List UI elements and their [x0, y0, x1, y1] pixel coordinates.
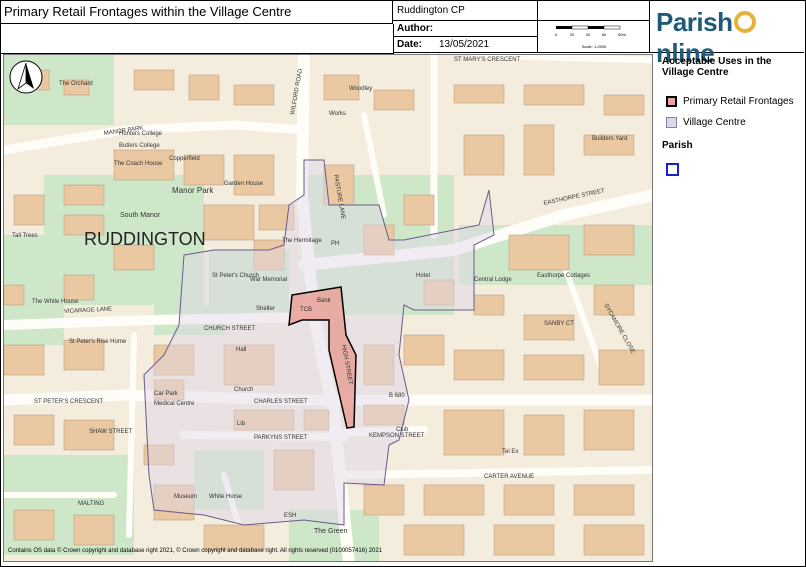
date-label: Date: [397, 39, 423, 50]
scale-bar-graphic: 0 20 40 60 80m Scale: 1:2500 [555, 25, 627, 49]
label-easthorpe-cottages: Easthorpe Cottages [537, 273, 590, 279]
label-woodley: Woodley [349, 86, 372, 92]
road-st-marys: ST MARY'S CRESCENT [454, 57, 521, 63]
road-st-peters: ST PETER'S CRESCENT [34, 399, 103, 405]
legend-swatch-village-centre [666, 117, 677, 128]
road-shaw: SHAW STREET [89, 429, 132, 435]
legend-swatch-parish [666, 163, 679, 176]
label-builders-yard: Builders Yard [592, 136, 627, 142]
date-value: 13/05/2021 [439, 39, 490, 50]
label-the-green: The Green [314, 528, 348, 535]
legend-parish-heading: Parish [662, 140, 693, 151]
road-church: CHURCH STREET [204, 326, 256, 332]
label-st-peters-rise: St Peter's Rise Home [69, 339, 127, 345]
scale-text: Scale: 1:2500 [582, 44, 607, 49]
road-kempson: KEMPSON STREET [369, 433, 425, 439]
road-vicarage: VICARAGE LANE [64, 306, 113, 315]
scale-tick-0: 0 [555, 32, 558, 37]
label-copperfield: Copperfield [169, 156, 200, 162]
scale-tick-4: 80m [618, 32, 626, 37]
label-toilet: TCB [300, 307, 312, 313]
label-garden-house: Garden House [224, 181, 264, 187]
label-white-horse: White Horse [209, 494, 243, 500]
scale-tick-2: 40 [586, 32, 591, 37]
label-white-house: The White House [32, 299, 79, 305]
author-row: Author: [393, 21, 538, 37]
label-orchard: The Orchard [59, 81, 93, 87]
legend-swatch-primary-retail [666, 96, 677, 107]
label-library: Lib [237, 421, 246, 427]
village-name: RUDDINGTON [84, 229, 206, 249]
road-b680: B 680 [389, 393, 405, 399]
scale-bar: 0 20 40 60 80m Scale: 1:2500 [538, 21, 650, 53]
label-central-lodge: Central Lodge [474, 277, 512, 283]
label-butlers: Butlers College [119, 143, 160, 149]
legend-item-village-centre: Village Centre [666, 117, 804, 128]
parish-online-logo-box: Parishnline [650, 0, 804, 68]
date-row: Date: 13/05/2021 [393, 37, 538, 53]
label-coach: The Coach House [114, 161, 163, 167]
scale-tick-1: 20 [570, 32, 575, 37]
scale-tick-3: 60 [602, 32, 607, 37]
label-manor-park: Manor Park [172, 186, 214, 195]
legend-item-parish [666, 163, 804, 176]
label-shelter: Shelter [256, 306, 275, 312]
label-tel-ex: Tel Ex [502, 449, 518, 455]
road-sanby: SANBY CT [544, 321, 574, 327]
map-svg: RUDDINGTON The Orchard Hunters College B… [4, 55, 652, 561]
label-museum: Museum [174, 494, 197, 500]
label-ph: PH [331, 241, 339, 247]
copyright-notice: Contains OS data © Crown copyright and d… [8, 548, 383, 554]
label-bank: Bank [317, 298, 332, 304]
label-car-park: Car Park [154, 391, 179, 397]
label-war-memorial: War Memorial [250, 277, 287, 283]
road-charles: CHARLES STREET [254, 399, 308, 405]
legend-title: Acceptable Uses in the Village Centre [662, 56, 772, 78]
legend: Acceptable Uses in the Village Centre Pr… [656, 54, 804, 176]
label-south-manor: South Manor [120, 212, 161, 219]
road-esh: ESH [284, 513, 296, 519]
legend-item-primary-retail: Primary Retail Frontages [666, 96, 804, 107]
logo-o-icon [733, 11, 756, 33]
north-arrow-icon [9, 60, 43, 94]
label-hotel: Hotel [416, 273, 430, 279]
label-works: Works [329, 111, 346, 117]
label-tall-trees: Tall Trees [12, 233, 38, 239]
label-medical: Medical Centre [154, 401, 195, 407]
scale-top-cell [538, 0, 650, 21]
legend-label-primary-retail: Primary Retail Frontages [683, 96, 794, 107]
road-malting: MALTING [78, 501, 105, 507]
label-hall: Hall [236, 347, 246, 353]
label-church: Church [234, 387, 253, 393]
road-carter: CARTER AVENUE [484, 474, 534, 480]
legend-label-village-centre: Village Centre [683, 117, 746, 128]
map-canvas[interactable]: RUDDINGTON The Orchard Hunters College B… [3, 54, 653, 562]
label-hermitage: The Hermitage [282, 238, 322, 244]
road-parkyns: PARKYNS STREET [254, 435, 308, 441]
author-label: Author: [397, 23, 434, 34]
map-title: Primary Retail Frontages within the Vill… [0, 0, 393, 24]
parish-name: Ruddington CP [393, 0, 538, 21]
header-blank-cell [0, 24, 394, 54]
